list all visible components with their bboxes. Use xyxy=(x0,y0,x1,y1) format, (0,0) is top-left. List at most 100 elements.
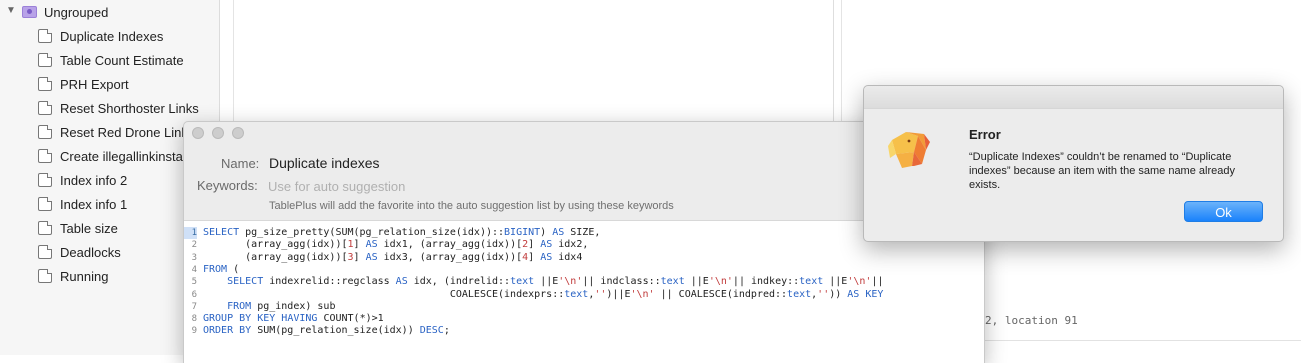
code-token: ||E xyxy=(684,276,709,288)
sidebar-item-label: Table size xyxy=(60,221,118,236)
minimize-window-button[interactable] xyxy=(212,127,224,139)
code-token: AS xyxy=(365,239,378,251)
code-line: 9 ORDER BY SUM(pg_relation_size(idx)) DES… xyxy=(184,325,984,337)
code-token: idx1, (array_agg(idx))[ xyxy=(377,239,523,251)
code-token: ( xyxy=(227,263,240,275)
name-field[interactable]: Duplicate indexes xyxy=(269,155,380,171)
keywords-hint: TablePlus will add the favorite into the… xyxy=(269,200,674,212)
code-token: )||E xyxy=(606,288,631,300)
code-text: SELECT pg_size_pretty(SUM(pg_relation_si… xyxy=(203,227,600,239)
code-text: (array_agg(idx))[1] AS idx1, (array_agg(… xyxy=(203,239,588,251)
code-token: '' xyxy=(817,288,830,300)
code-token: || indkey:: xyxy=(732,276,800,288)
line-number: 8 xyxy=(191,314,197,325)
code-line: 3 (array_agg(idx))[3] AS idx3, (array_ag… xyxy=(184,252,984,264)
tableplus-elephant-icon xyxy=(888,132,930,168)
code-token: COUNT(*)>1 xyxy=(317,313,384,325)
code-token: GROUP BY xyxy=(203,313,252,325)
code-token: DESC xyxy=(419,325,444,337)
code-token: || COALESCE(indpred:: xyxy=(654,288,788,300)
code-token: pg_size_pretty(SUM(pg_relation_size(idx)… xyxy=(239,227,505,238)
code-text: FROM pg_index) sub xyxy=(203,301,335,313)
code-token: ) xyxy=(540,227,553,238)
dialog-titlebar xyxy=(864,86,1283,109)
document-icon xyxy=(38,53,52,67)
code-token: SUM(pg_relation_size(idx)) xyxy=(251,325,420,337)
sidebar-item[interactable]: Table Count Estimate xyxy=(0,48,219,72)
code-token: AS xyxy=(540,239,553,251)
sidebar-item-label: Table Count Estimate xyxy=(60,53,184,68)
code-line: 2 (array_agg(idx))[1] AS idx1, (array_ag… xyxy=(184,239,984,251)
code-token: BIGINT xyxy=(504,227,541,238)
sidebar-item[interactable]: PRH Export xyxy=(0,72,219,96)
group-label: Ungrouped xyxy=(44,5,109,20)
line-number: 2 xyxy=(191,240,197,251)
document-icon xyxy=(38,173,52,187)
code-text: GROUP BY KEY HAVING COUNT(*)>1 xyxy=(203,313,384,325)
group-ungrouped[interactable]: ▼ Ungrouped xyxy=(0,0,219,24)
sidebar-item[interactable]: Duplicate Indexes xyxy=(0,24,219,48)
keywords-label: Keywords: xyxy=(197,178,258,193)
code-line: 7 FROM pg_index) sub xyxy=(184,301,984,313)
document-icon xyxy=(38,197,52,211)
code-line: 8 GROUP BY KEY HAVING COUNT(*)>1 xyxy=(184,313,984,325)
code-text: SELECT indexrelid::regclass AS idx, (ind… xyxy=(203,276,883,288)
name-label: Name: xyxy=(221,156,260,171)
code-token: idx, (indrelid:: xyxy=(407,276,511,288)
code-token: SIZE, xyxy=(564,227,601,238)
sql-code-editor[interactable]: 1 SELECT pg_size_pretty(SUM(pg_relation_s… xyxy=(184,220,984,363)
code-token: || indclass:: xyxy=(582,276,661,288)
error-dialog: Error “Duplicate Indexes” couldn’t be re… xyxy=(863,85,1284,242)
line-number: 9 xyxy=(191,326,197,337)
code-token: KEY xyxy=(865,288,884,300)
code-token: || xyxy=(871,276,884,288)
sidebar-item-label: Reset Shorthoster Links xyxy=(60,101,199,116)
sidebar-item-label: Duplicate Indexes xyxy=(60,29,164,44)
code-text: ORDER BY SUM(pg_relation_size(idx)) DESC… xyxy=(203,325,450,337)
code-token: HAVING xyxy=(281,313,318,325)
code-token: FROM xyxy=(203,263,228,275)
sidebar-item[interactable]: Reset Shorthoster Links xyxy=(0,96,219,120)
document-icon xyxy=(38,101,52,115)
status-divider xyxy=(985,340,1301,341)
code-token: ORDER BY xyxy=(203,325,252,337)
zoom-window-button[interactable] xyxy=(232,127,244,139)
code-token: AS xyxy=(540,251,553,263)
code-token: pg_index) sub xyxy=(251,300,336,312)
document-icon xyxy=(38,125,52,139)
code-token: ; xyxy=(443,325,450,337)
code-token: AS xyxy=(395,276,408,288)
code-text: FROM ( xyxy=(203,264,239,276)
close-window-button[interactable] xyxy=(192,127,204,139)
folder-icon xyxy=(22,6,37,18)
status-message: 2, location 91 xyxy=(985,314,1078,327)
document-icon xyxy=(38,245,52,259)
ok-button[interactable]: Ok xyxy=(1184,201,1263,222)
document-icon xyxy=(38,269,52,283)
error-title: Error xyxy=(969,127,1001,142)
code-token: ] xyxy=(353,239,366,251)
code-token: text xyxy=(510,276,535,288)
document-icon xyxy=(38,29,52,43)
disclosure-triangle-icon[interactable]: ▼ xyxy=(6,5,16,16)
sidebar-item-label: Index info 2 xyxy=(60,173,128,188)
code-token: indexrelid::regclass xyxy=(263,276,396,288)
sidebar-item-label: Index info 1 xyxy=(60,197,128,212)
sidebar-item-label: Running xyxy=(60,269,109,284)
code-text: COALESCE(indexprs::text,'')||E'\n' || CO… xyxy=(203,288,884,301)
line-number: 7 xyxy=(191,301,197,312)
code-token: text xyxy=(799,276,824,288)
code-token: AS xyxy=(365,251,378,263)
code-token: '\n' xyxy=(558,276,583,288)
code-token: text xyxy=(660,276,685,288)
line-number: 6 xyxy=(191,289,197,300)
sidebar-item-label: Reset Red Drone Links xyxy=(60,125,195,140)
document-icon xyxy=(38,221,52,235)
line-number: 3 xyxy=(191,252,197,263)
sidebar-item-label: Create illegallinkinstar xyxy=(60,149,188,164)
code-token: COALESCE(indexprs:: xyxy=(203,288,565,300)
line-number: 5 xyxy=(191,277,197,288)
code-token: ] xyxy=(528,239,541,251)
sidebar-item-label: Deadlocks xyxy=(60,245,121,260)
